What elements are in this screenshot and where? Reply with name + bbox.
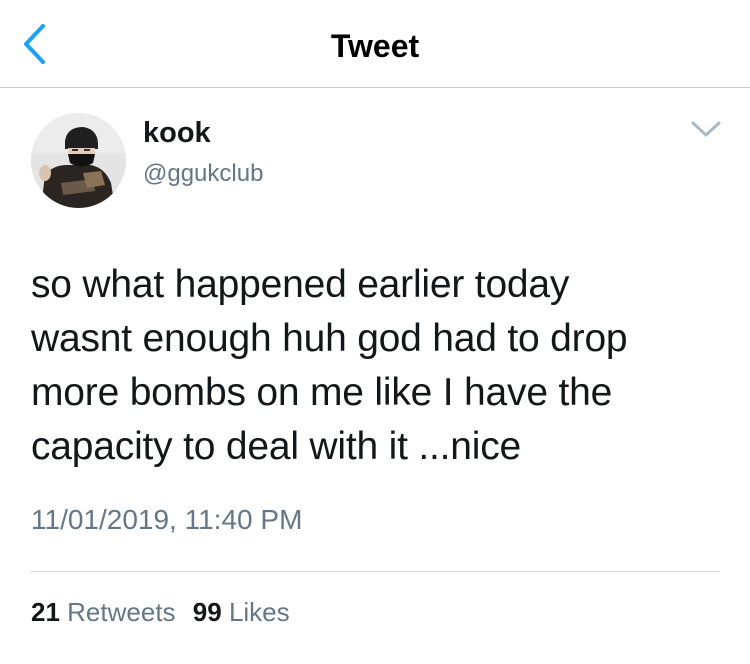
tweet-timestamp: 11/01/2019, 11:40 PM (31, 504, 303, 535)
author-display-name[interactable]: kook (143, 116, 211, 150)
navigation-bar: Tweet (0, 0, 750, 88)
author-handle[interactable]: @ggukclub (143, 160, 263, 188)
tweet-text: so what happened earlier today wasnt eno… (31, 263, 628, 468)
tweet-stats: 21 Retweets 99 Likes (31, 596, 290, 628)
retweets-label: Retweets (67, 597, 176, 627)
chevron-down-icon (691, 121, 721, 137)
avatar-photo (31, 113, 126, 208)
likes-count: 99 (192, 597, 222, 627)
likes-label: Likes (228, 597, 290, 627)
page-title: Tweet (330, 28, 420, 64)
tweet-options-button[interactable] (683, 113, 729, 147)
avatar[interactable] (31, 113, 126, 208)
tweet-detail-screen: Tweet kook @ggukclub so what happened ea… (0, 0, 750, 664)
retweets-stat[interactable]: 21 Retweets (31, 596, 176, 628)
divider (31, 571, 720, 572)
retweets-count: 21 (31, 597, 60, 627)
likes-stat[interactable]: 99 Likes (193, 596, 290, 628)
